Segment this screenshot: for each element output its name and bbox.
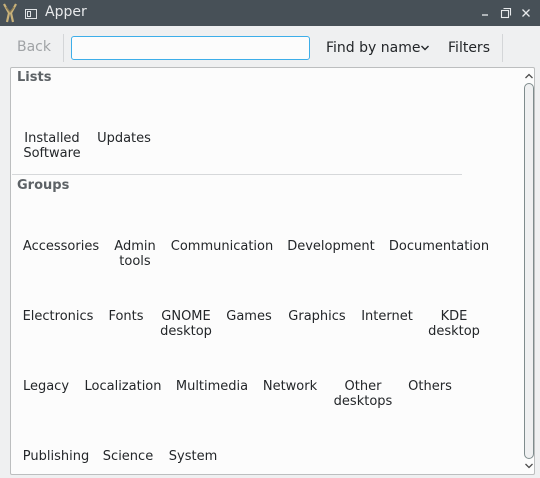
group-others[interactable]: Others xyxy=(405,379,455,394)
group-fonts[interactable]: Fonts xyxy=(105,309,147,324)
back-button[interactable]: Back xyxy=(11,34,57,60)
group-legacy[interactable]: Legacy xyxy=(19,379,73,394)
maximize-button[interactable] xyxy=(497,5,513,21)
toolbar-separator xyxy=(502,34,503,62)
group-communication[interactable]: Communication xyxy=(168,239,276,254)
group-publishing[interactable]: Publishing xyxy=(19,449,93,464)
list-item-installed-software[interactable]: Installed Software xyxy=(17,131,87,161)
group-system[interactable]: System xyxy=(166,449,220,464)
pin-icon[interactable] xyxy=(25,8,37,19)
group-admin-tools[interactable]: Admin tools xyxy=(110,239,160,269)
app-icon[interactable] xyxy=(2,3,18,23)
group-development[interactable]: Development xyxy=(284,239,378,254)
close-icon xyxy=(522,9,530,17)
group-graphics[interactable]: Graphics xyxy=(283,309,351,324)
group-kde-desktop[interactable]: KDE desktop xyxy=(423,309,485,339)
group-network[interactable]: Network xyxy=(259,379,321,394)
search-input[interactable] xyxy=(71,36,310,60)
section-divider xyxy=(12,174,462,175)
title-bar[interactable]: Apper xyxy=(0,0,540,26)
vertical-scrollbar[interactable] xyxy=(523,69,534,474)
group-science[interactable]: Science xyxy=(100,449,156,464)
toolbar-separator xyxy=(63,34,64,62)
filters-button[interactable]: Filters xyxy=(443,34,495,62)
group-games[interactable]: Games xyxy=(223,309,275,324)
maximize-icon xyxy=(500,7,512,19)
group-internet[interactable]: Internet xyxy=(357,309,417,324)
groups-header: Groups xyxy=(17,178,70,193)
chevron-down-icon xyxy=(421,45,429,51)
list-item-updates[interactable]: Updates xyxy=(94,131,154,146)
category-view[interactable]: Lists Installed Software Updates Groups … xyxy=(10,67,535,475)
minimize-icon xyxy=(482,14,488,16)
group-documentation[interactable]: Documentation xyxy=(386,239,492,254)
scroll-up-icon[interactable] xyxy=(524,72,534,80)
group-electronics[interactable]: Electronics xyxy=(19,309,97,324)
find-mode-dropdown[interactable]: Find by name xyxy=(318,34,438,62)
group-gnome-desktop[interactable]: GNOME desktop xyxy=(155,309,217,339)
scrollbar-handle[interactable] xyxy=(524,83,534,459)
group-accessories[interactable]: Accessories xyxy=(19,239,103,254)
find-mode-label: Find by name xyxy=(326,40,421,56)
close-button[interactable] xyxy=(518,5,534,21)
group-multimedia[interactable]: Multimedia xyxy=(173,379,251,394)
group-other-desktops[interactable]: Other desktops xyxy=(329,379,397,409)
scroll-down-icon[interactable] xyxy=(524,462,534,470)
minimize-button[interactable] xyxy=(477,5,493,21)
window-title: Apper xyxy=(45,4,87,20)
lists-header: Lists xyxy=(17,70,52,85)
group-localization[interactable]: Localization xyxy=(81,379,165,394)
